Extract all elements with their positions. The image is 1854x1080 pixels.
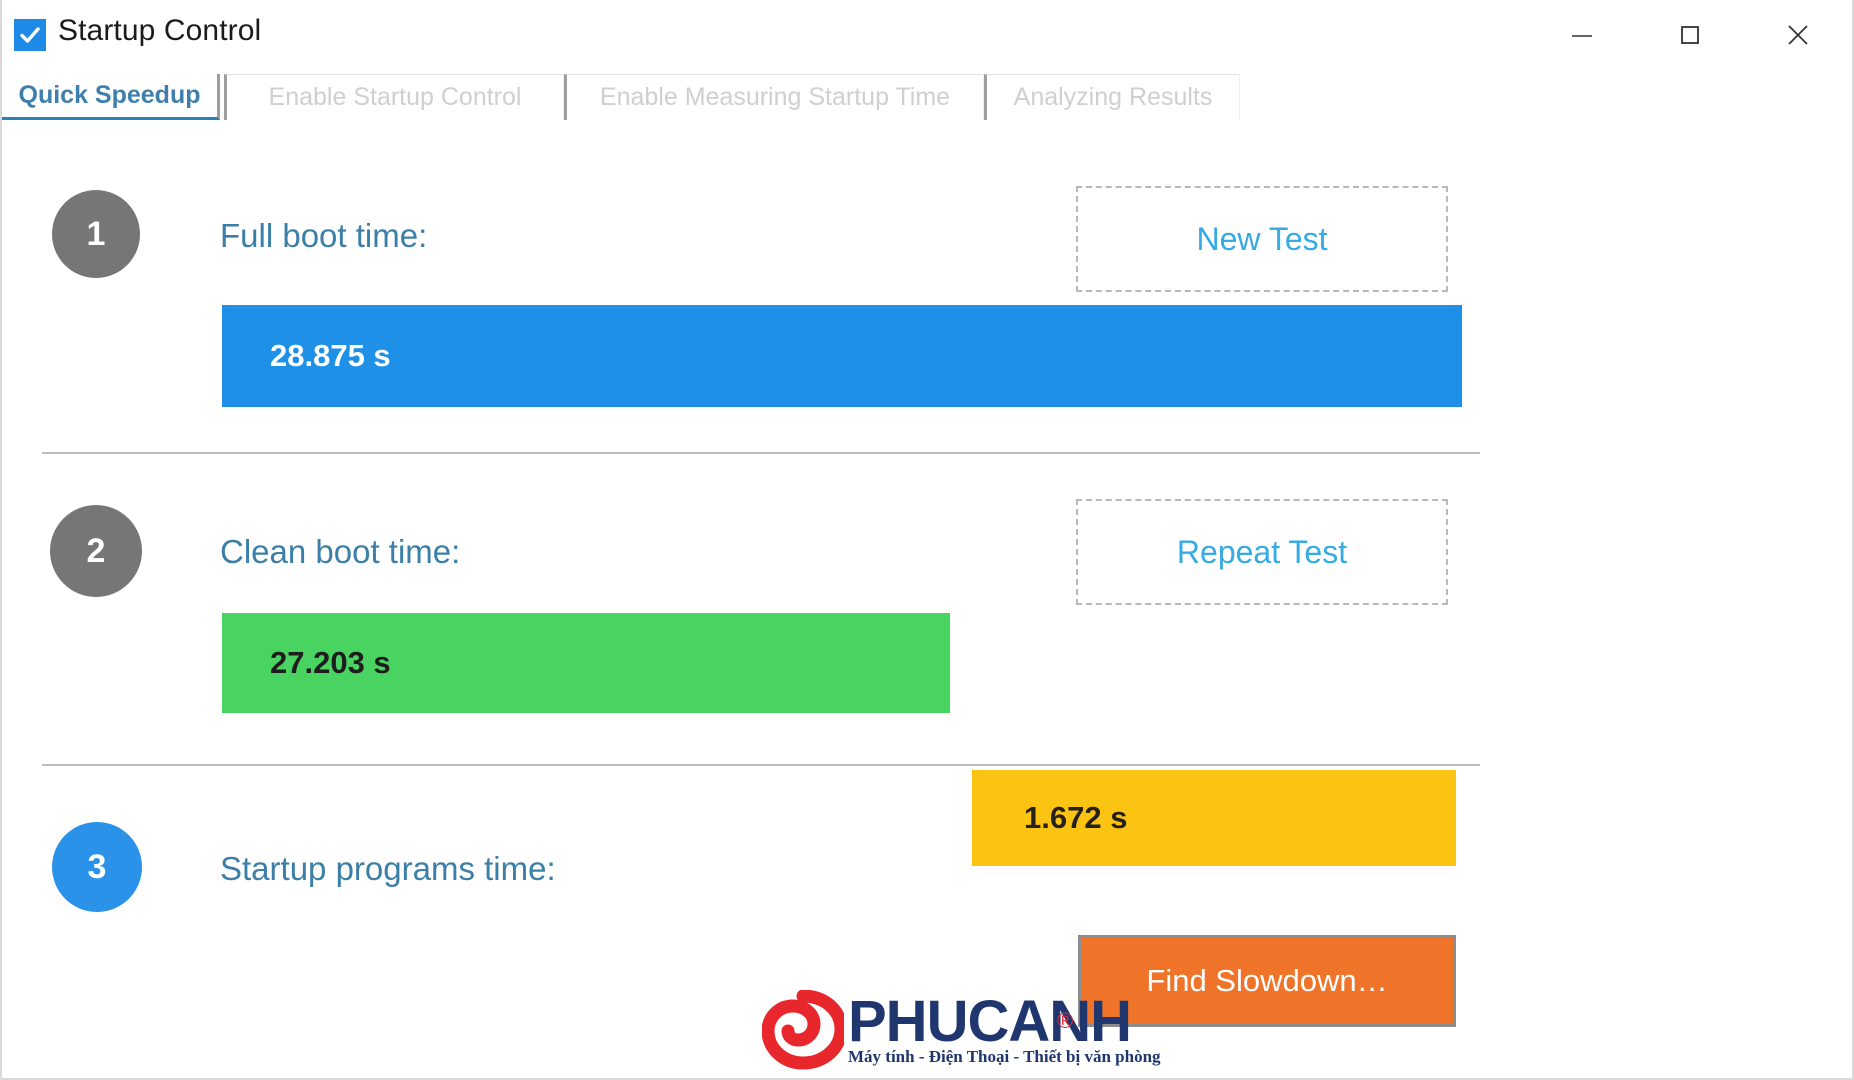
registered-mark: ® xyxy=(1057,1008,1074,1033)
clean-boot-time-label: Clean boot time: xyxy=(220,533,461,570)
full-boot-time-value: 28.875 s xyxy=(270,338,391,373)
step-number: 2 xyxy=(86,531,106,570)
step-number: 3 xyxy=(87,847,107,886)
divider-2 xyxy=(42,764,1480,766)
clean-boot-time-value: 27.203 s xyxy=(270,645,391,680)
step-badge-2: 2 xyxy=(50,505,142,597)
tab-label: Analyzing Results xyxy=(1013,83,1213,111)
checkbox-checked-icon xyxy=(14,19,46,51)
find-slowdown-button[interactable]: Find Slowdown… xyxy=(1078,935,1456,1027)
new-test-label: New Test xyxy=(1196,220,1328,257)
repeat-test-label: Repeat Test xyxy=(1176,533,1348,570)
minimize-button[interactable] xyxy=(1528,0,1636,70)
window-title: Startup Control xyxy=(58,14,262,47)
tab-quick-speedup[interactable]: Quick Speedup xyxy=(2,74,220,120)
tab-enable-measuring-startup-time[interactable]: Enable Measuring Startup Time xyxy=(564,74,984,120)
step-badge-1: 1 xyxy=(52,190,140,278)
step-number: 1 xyxy=(86,214,106,253)
tab-bar: Quick Speedup Enable Startup Control Ena… xyxy=(2,74,1852,122)
tab-label: Enable Startup Control xyxy=(268,83,522,111)
tab-label: Enable Measuring Startup Time xyxy=(599,83,951,111)
find-slowdown-label: Find Slowdown… xyxy=(1146,963,1388,998)
app-window: Startup Control Quick Speedup Enable Sta… xyxy=(0,0,1854,1080)
repeat-test-button[interactable]: Repeat Test xyxy=(1076,499,1448,605)
clean-boot-time-bar: 27.203 s xyxy=(222,613,950,713)
divider-1 xyxy=(42,452,1480,454)
tab-label: Quick Speedup xyxy=(18,81,201,109)
new-test-button[interactable]: New Test xyxy=(1076,186,1448,292)
close-button[interactable] xyxy=(1744,0,1852,70)
startup-programs-time-value: 1.672 s xyxy=(1024,800,1128,835)
phucanh-watermark: PHUCANH ® Máy tính - Điện Thoại - Thiết … xyxy=(761,988,1161,1074)
window-controls xyxy=(1528,0,1852,70)
maximize-button[interactable] xyxy=(1636,0,1744,70)
full-boot-time-label: Full boot time: xyxy=(220,217,428,254)
step-badge-3: 3 xyxy=(52,822,142,912)
title-bar: Startup Control xyxy=(2,0,1852,70)
tab-analyzing-results[interactable]: Analyzing Results xyxy=(984,74,1240,120)
full-boot-time-bar: 28.875 s xyxy=(222,305,1462,407)
phucanh-tagline: Máy tính - Điện Thoại - Thiết bị văn phò… xyxy=(848,1047,1161,1066)
tab-enable-startup-control[interactable]: Enable Startup Control xyxy=(224,74,564,120)
startup-programs-time-label: Startup programs time: xyxy=(220,850,556,887)
startup-programs-time-bar: 1.672 s xyxy=(972,770,1456,866)
phucanh-logo-icon xyxy=(761,989,848,1070)
